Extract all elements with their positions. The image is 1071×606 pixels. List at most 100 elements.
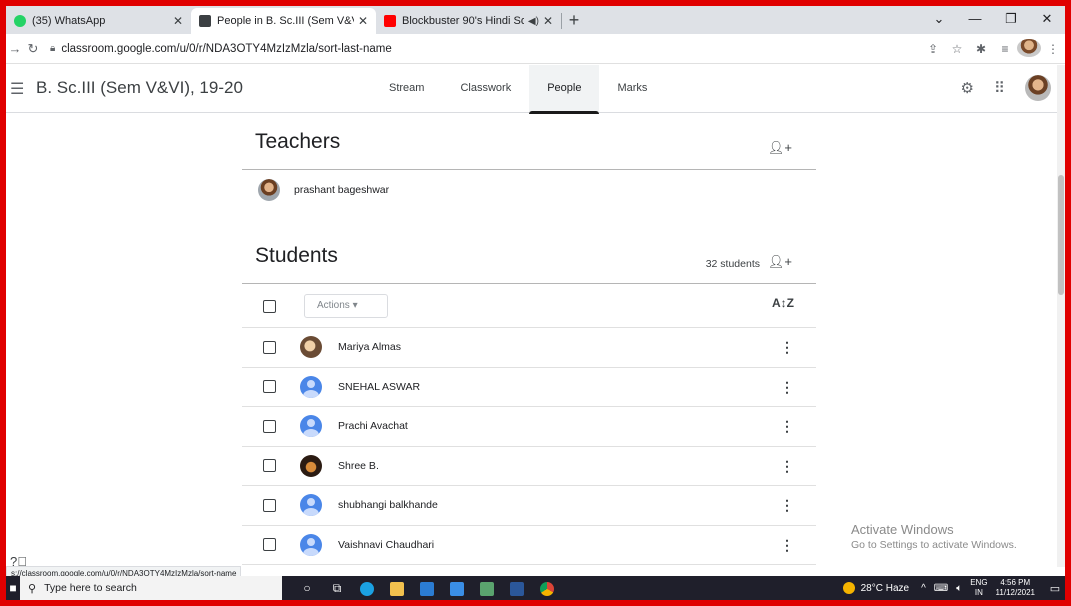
classroom-header: ☰ B. Sc.III (Sem V&VI), 19-20 Stream Cla… [6,65,1065,114]
people-content: Teachers 👤︎+ prashant bageshwar Students… [242,114,816,565]
restore-icon[interactable]: ❐ [993,6,1029,34]
more-options-icon[interactable]: ⋮ [780,339,794,356]
tab-marks[interactable]: Marks [599,65,665,113]
sort-az-icon[interactable]: A↕Z [772,296,794,310]
select-all-checkbox[interactable] [263,300,276,313]
chrome-icon[interactable] [532,576,562,600]
tray-chevron-icon[interactable]: ^ [921,583,926,594]
forward-icon[interactable]: → [6,41,24,56]
cortana-icon[interactable]: ○ [292,576,322,600]
task-view-icon[interactable]: ⧉ [322,576,352,600]
browser-tab-classroom[interactable]: People in B. Sc.III (Sem V&VI), 19 ✕ [191,8,376,34]
scrollbar-thumb[interactable] [1058,175,1064,295]
student-name: SNEHAL ASWAR [338,380,421,393]
taskbar-search-box[interactable]: ⚲ Type here to search [20,576,282,600]
teacher-row[interactable]: prashant bageshwar [242,170,816,210]
word-icon[interactable] [502,576,532,600]
extensions-icon[interactable]: ✱ [969,42,993,56]
student-row[interactable]: Shree B. ⋮ [242,447,816,486]
tab-classwork[interactable]: Classwork [442,65,529,113]
student-row[interactable]: Mariya Almas ⋮ [242,328,816,368]
address-bar[interactable]: 🔒︎ classroom.google.com/u/0/r/NDA3OTY4Mz… [50,38,392,60]
store-icon[interactable] [412,576,442,600]
student-row[interactable]: shubhangi balkhande ⋮ [242,486,816,526]
volume-icon[interactable]: 🔈︎ [956,583,962,594]
share-icon[interactable]: ⇪ [921,42,945,56]
close-window-icon[interactable]: ✕ [1029,6,1065,34]
student-name: Shree B. [338,459,379,472]
student-checkbox[interactable] [263,459,276,473]
start-button[interactable]: ■ [6,576,20,600]
student-avatar [300,375,322,398]
more-options-icon[interactable]: ⋮ [780,537,794,554]
actions-dropdown[interactable]: Actions ▾ [304,294,388,318]
student-avatar [300,494,322,517]
student-checkbox[interactable] [263,380,276,394]
page-scrollbar[interactable] [1057,65,1065,567]
taskbar-search-placeholder: Type here to search [44,582,137,594]
weather-text[interactable]: 28°C Haze [861,583,909,594]
student-name: Vaishnavi Chaudhari [338,538,435,551]
more-options-icon[interactable]: ⋮ [780,458,794,475]
header-actions: ⚙ ⠿ [961,75,1051,101]
student-checkbox[interactable] [263,498,276,512]
reload-icon[interactable]: ↻ [24,41,42,57]
reading-list-icon[interactable]: ≡ [993,42,1017,56]
url-text: classroom.google.com/u/0/r/NDA3OTY4MzIzM… [61,42,392,55]
teachers-heading: Teachers [255,130,341,153]
new-tab-button[interactable]: + [562,10,586,31]
student-row[interactable]: SNEHAL ASWAR ⋮ [242,368,816,407]
student-avatar [300,415,322,438]
tab-stream[interactable]: Stream [371,65,442,113]
tab-title: People in B. Sc.III (Sem V&VI), 19 [217,15,354,27]
browser-tab-youtube[interactable]: Blockbuster 90's Hindi Songs ◀) ✕ [376,8,561,34]
whatsapp-icon [14,15,26,27]
apps-grid-icon[interactable]: ⠿ [994,79,1005,97]
minimize-icon[interactable]: — [957,6,993,34]
close-tab-icon[interactable]: ✕ [358,14,368,28]
tab-search-icon[interactable]: ⌄ [921,6,957,34]
class-title[interactable]: B. Sc.III (Sem V&VI), 19-20 [36,78,243,98]
browser-window: (35) WhatsApp ✕ People in B. Sc.III (Sem… [6,6,1065,600]
bookmark-star-icon[interactable]: ☆ [945,42,969,56]
browser-menu-icon[interactable]: ⋮ [1041,42,1065,56]
student-checkbox[interactable] [263,538,276,552]
weather-icon [842,582,855,594]
student-name: Mariya Almas [338,341,402,354]
network-icon[interactable]: ⌨ [934,583,948,594]
speaker-icon[interactable]: ◀) [528,16,539,27]
file-explorer-icon[interactable] [382,576,412,600]
language-indicator[interactable]: ENG IN [970,578,987,598]
tab-people[interactable]: People [529,65,600,114]
settings-gear-icon[interactable]: ⚙ [961,79,974,97]
tab-title: Blockbuster 90's Hindi Songs [402,15,524,27]
clock[interactable]: 4:56 PM 11/12/2021 [996,578,1035,598]
student-avatar [300,336,322,359]
student-avatar [300,454,322,477]
invite-student-icon[interactable]: 👤︎+ [768,254,792,270]
close-tab-icon[interactable]: ✕ [173,14,183,28]
student-name: Prachi Avachat [338,420,408,433]
student-row[interactable]: Prachi Avachat ⋮ [242,407,816,447]
clock-time: 4:56 PM [1000,578,1031,587]
more-options-icon[interactable]: ⋮ [780,379,794,396]
browser-tab-whatsapp[interactable]: (35) WhatsApp ✕ [6,8,191,34]
more-options-icon[interactable]: ⋮ [780,418,794,435]
profile-avatar[interactable] [1017,38,1041,60]
student-row[interactable]: Vaishnavi Chaudhari ⋮ [242,526,816,565]
youtube-icon [384,15,396,27]
invite-teacher-icon[interactable]: 👤︎+ [768,140,792,156]
close-tab-icon[interactable]: ✕ [543,14,553,28]
notification-icon[interactable]: ▭ [1045,582,1065,595]
photos-icon[interactable] [472,576,502,600]
account-avatar[interactable] [1025,75,1051,101]
more-options-icon[interactable]: ⋮ [780,497,794,514]
student-checkbox[interactable] [263,419,276,433]
students-header: Students 32 students 👤︎+ [242,228,816,284]
edge-icon[interactable] [352,576,382,600]
student-checkbox[interactable] [263,340,276,354]
mail-icon[interactable] [442,576,472,600]
activate-windows-watermark: Activate Windows Go to Settings to activ… [851,522,1017,551]
hamburger-menu-icon[interactable]: ☰ [10,79,24,99]
